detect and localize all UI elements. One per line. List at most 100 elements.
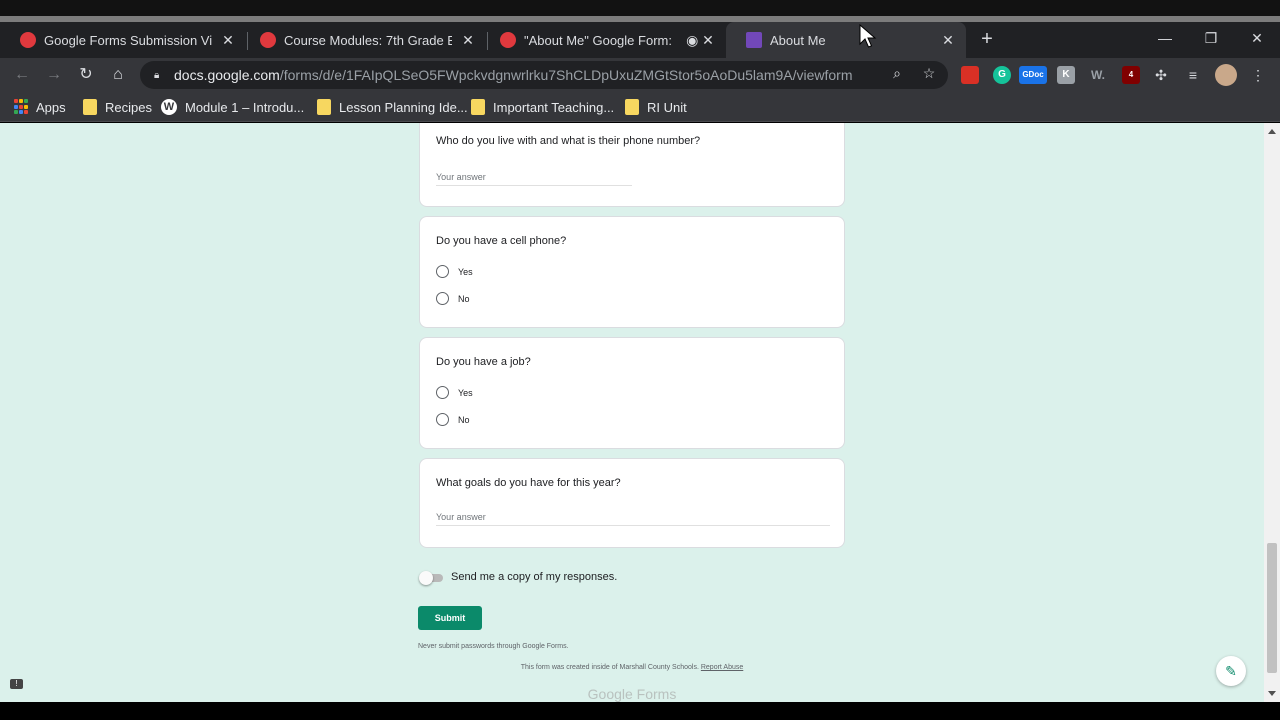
back-arrow-icon[interactable]: ← <box>11 64 33 86</box>
extension-red-icon[interactable] <box>961 66 979 84</box>
extensions-puzzle-icon[interactable]: ✣ <box>1152 66 1170 84</box>
close-tab-icon[interactable]: ✕ <box>460 32 476 49</box>
radio-button[interactable] <box>436 386 449 399</box>
bookmark-label: RI Unit <box>647 99 687 115</box>
minimize-button[interactable]: — <box>1153 28 1177 48</box>
folder-icon <box>625 99 639 115</box>
send-copy-toggle[interactable] <box>419 571 443 585</box>
question-card-cell-phone: Do you have a cell phone? Yes No <box>419 216 845 328</box>
toggle-knob <box>419 571 433 585</box>
radio-label: Yes <box>458 266 473 277</box>
radio-option-yes[interactable]: Yes <box>436 386 473 399</box>
radio-option-no[interactable]: No <box>436 292 470 305</box>
canvas-icon <box>20 32 36 48</box>
lock-icon: 🔒︎ <box>154 70 160 81</box>
ublock-icon[interactable]: 4 <box>1122 66 1140 84</box>
folder-icon <box>317 99 331 115</box>
zoom-search-icon[interactable]: ⌕ <box>888 64 906 82</box>
tab-about-me[interactable]: About Me ✕ <box>726 22 966 58</box>
folder-icon <box>471 99 485 115</box>
tab-strip: Google Forms Submission Video ✕ Course M… <box>0 22 1280 58</box>
radio-label: Yes <box>458 387 473 398</box>
radio-option-yes[interactable]: Yes <box>436 265 473 278</box>
page-scrollbar[interactable] <box>1264 123 1280 702</box>
bookmark-label: Recipes <box>105 99 152 115</box>
close-tab-icon[interactable]: ✕ <box>220 32 236 49</box>
tab-label: "About Me" Google Form: 7th <box>524 32 676 48</box>
tab-label: About Me <box>770 32 826 48</box>
tab-google-forms-submission-video[interactable]: Google Forms Submission Video ✕ <box>0 22 246 58</box>
radio-label: No <box>458 414 470 425</box>
tab-about-me-google-form[interactable]: "About Me" Google Form: 7th ◉ ✕ <box>480 22 726 58</box>
radio-button[interactable] <box>436 292 449 305</box>
question-title: Do you have a cell phone? <box>436 235 567 247</box>
question-title: What goals do you have for this year? <box>436 477 621 489</box>
close-window-button[interactable]: ✕ <box>1245 28 1269 48</box>
forward-arrow-icon[interactable]: → <box>43 64 65 86</box>
address-bar[interactable]: 🔒︎ docs.google.com /forms/d/e/1FAIpQLSeO… <box>140 61 948 89</box>
folder-icon <box>83 99 97 115</box>
report-abuse-link[interactable]: Report Abuse <box>701 664 743 671</box>
w-extension-icon[interactable]: W. <box>1087 66 1109 84</box>
profile-avatar[interactable] <box>1215 64 1237 86</box>
bookmark-module-1[interactable]: W Module 1 – Introdu... <box>161 98 304 116</box>
close-tab-icon[interactable]: ✕ <box>940 32 956 49</box>
bookmark-star-icon[interactable]: ☆ <box>920 64 938 82</box>
long-answer-input[interactable]: Your answer <box>436 512 486 522</box>
radio-button[interactable] <box>436 413 449 426</box>
home-icon[interactable]: ⌂ <box>107 64 129 86</box>
tab-label: Course Modules: 7th Grade ELA <box>284 32 452 48</box>
radio-button[interactable] <box>436 265 449 278</box>
new-tab-button[interactable]: + <box>976 28 998 50</box>
bookmark-lesson-planning[interactable]: Lesson Planning Ide... <box>317 98 468 116</box>
bookmark-recipes[interactable]: Recipes <box>83 98 152 116</box>
gdoc-extension-icon[interactable]: GDoc <box>1019 66 1047 84</box>
form-footer: This form was created inside of Marshall… <box>0 664 1264 671</box>
reload-icon[interactable]: ↻ <box>75 64 97 86</box>
created-note: This form was created inside of Marshall… <box>520 664 699 671</box>
tab-label: Google Forms Submission Video <box>44 32 212 48</box>
password-warning: Never submit passwords through Google Fo… <box>418 643 569 650</box>
question-card-job: Do you have a job? Yes No <box>419 337 845 449</box>
grammarly-icon[interactable]: G <box>993 66 1011 84</box>
screen-bottom-border <box>0 702 1280 720</box>
scroll-up-arrow-icon[interactable] <box>1268 129 1276 134</box>
scrollbar-thumb[interactable] <box>1267 543 1277 673</box>
tab-course-modules[interactable]: Course Modules: 7th Grade ELA ✕ <box>240 22 486 58</box>
media-queue-icon[interactable]: ≡ <box>1184 66 1202 84</box>
radio-label: No <box>458 293 470 304</box>
restore-button[interactable]: ❐ <box>1199 28 1223 48</box>
apps-grid-icon <box>14 99 28 115</box>
browser-toolbar: ← → ↻ ⌂ 🔒︎ docs.google.com /forms/d/e/1F… <box>0 58 1280 92</box>
bookmark-label: Important Teaching... <box>493 99 615 115</box>
feedback-icon[interactable]: ! <box>10 679 23 689</box>
question-title: Do you have a job? <box>436 356 531 368</box>
short-answer-input[interactable]: Your answer <box>436 172 486 182</box>
wordpress-icon: W <box>161 99 177 115</box>
close-tab-icon[interactable]: ◉ ✕ <box>684 32 716 49</box>
url-path: /forms/d/e/1FAIpQLSeO5FWpckvdgnwrlrku7Sh… <box>279 67 853 83</box>
edit-pencil-icon[interactable]: ✎ <box>1216 656 1246 686</box>
bookmark-apps[interactable]: Apps <box>14 98 66 116</box>
more-menu-icon[interactable]: ⋮ <box>1249 66 1267 84</box>
question-title: Who do you live with and what is their p… <box>436 135 701 147</box>
send-copy-label: Send me a copy of my responses. <box>451 571 618 583</box>
form-page: Who do you live with and what is their p… <box>0 123 1264 702</box>
question-card-live-with: Who do you live with and what is their p… <box>419 123 845 207</box>
answer-underline <box>436 525 830 526</box>
canvas-icon <box>260 32 276 48</box>
google-forms-icon <box>746 32 762 48</box>
bookmark-label: Apps <box>36 99 66 115</box>
radio-option-no[interactable]: No <box>436 413 470 426</box>
submit-button[interactable]: Submit <box>418 606 482 630</box>
bookmark-important-teaching[interactable]: Important Teaching... <box>471 98 614 116</box>
bookmark-ri-unit[interactable]: RI Unit <box>625 98 687 116</box>
kami-extension-icon[interactable]: K <box>1057 66 1075 84</box>
scroll-down-arrow-icon[interactable] <box>1268 691 1276 696</box>
canvas-icon <box>500 32 516 48</box>
question-card-goals: What goals do you have for this year? Yo… <box>419 458 845 548</box>
answer-underline <box>436 185 632 186</box>
bookmark-label: Module 1 – Introdu... <box>185 99 305 115</box>
google-forms-logo: Google Forms <box>587 686 677 702</box>
bookmarks-bar: Apps Recipes W Module 1 – Introdu... Les… <box>0 92 1280 122</box>
